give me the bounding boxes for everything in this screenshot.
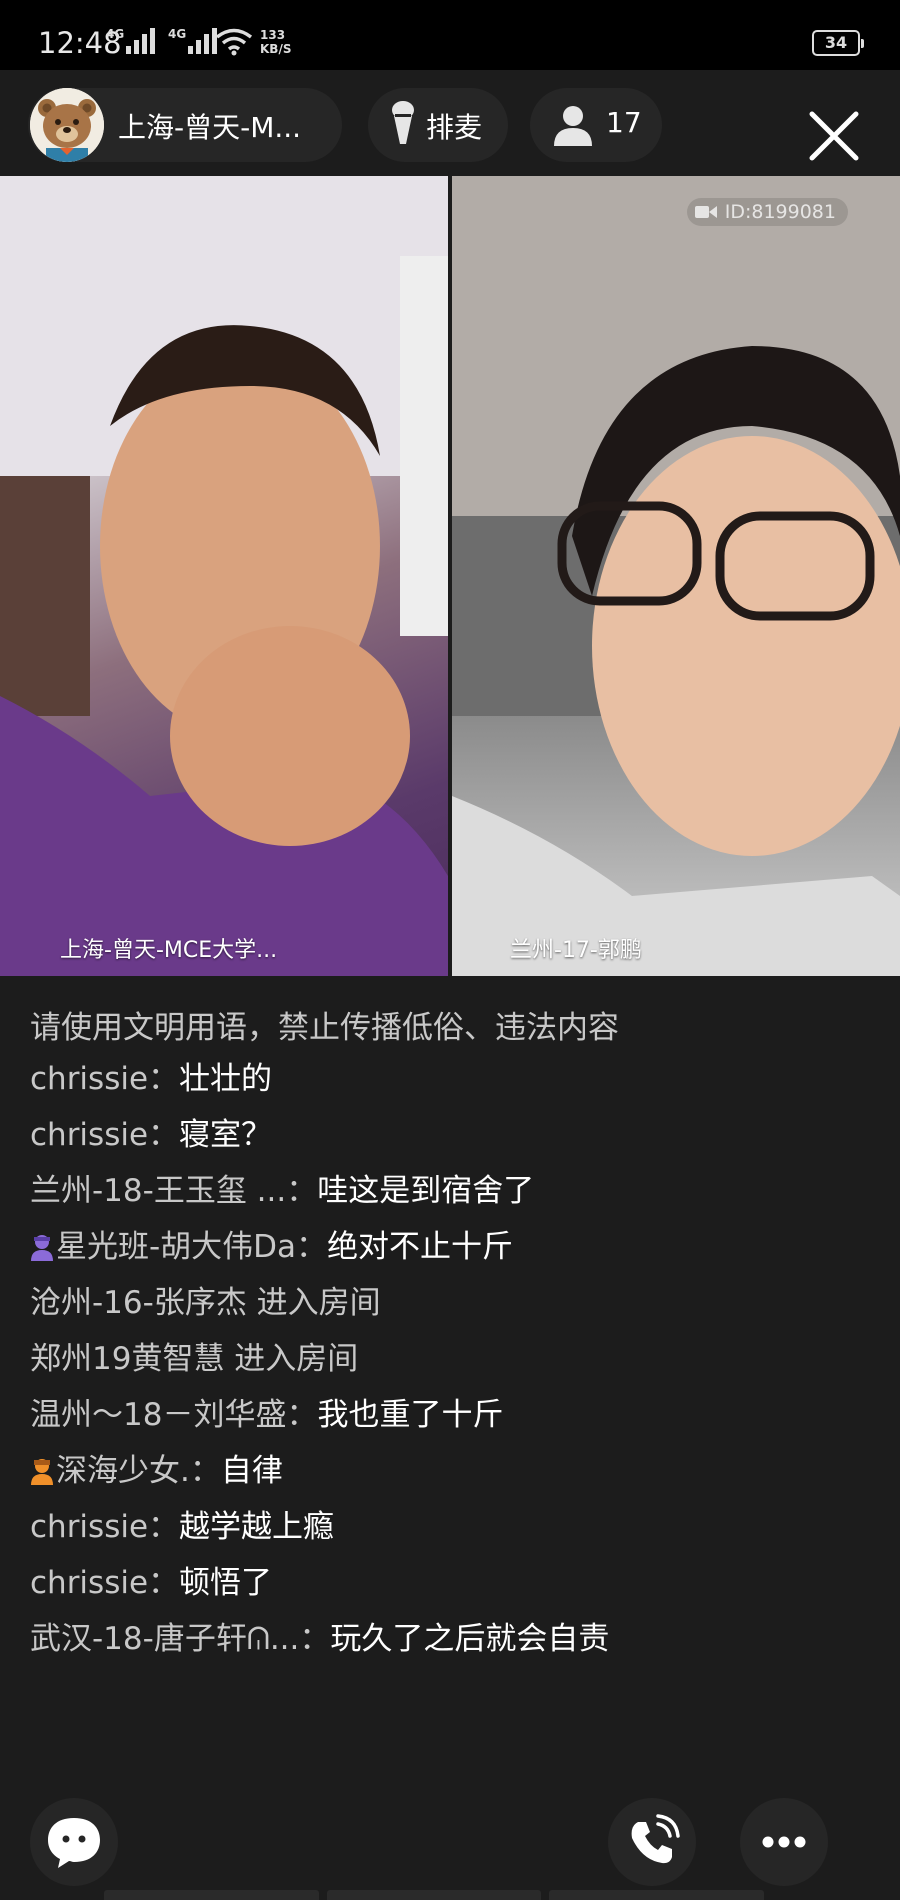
video-frame-left xyxy=(0,176,448,976)
network-type-2: 4G xyxy=(168,27,187,41)
battery-icon: 34 xyxy=(812,30,864,56)
call-button[interactable] xyxy=(608,1798,696,1886)
orange-user-badge-icon xyxy=(31,1459,53,1485)
chat-list[interactable]: 请使用文明用语，禁止传播低俗、违法内容 chrissie：壮壮的 chrissi… xyxy=(30,1008,630,1676)
bottom-tab xyxy=(549,1890,765,1900)
video-right-label: 兰州-17-郭鹏 xyxy=(510,938,642,963)
person-icon xyxy=(554,106,592,146)
chat-username[interactable]: chrissie： xyxy=(30,1509,179,1545)
queue-label: 排麦 xyxy=(426,111,483,144)
host-avatar[interactable] xyxy=(30,88,104,162)
network-type-1: 4G xyxy=(106,27,125,41)
chat-username[interactable]: 深海少女.： xyxy=(56,1453,221,1489)
chat-username[interactable]: 武汉-18-唐子轩ᕬ...： xyxy=(30,1621,330,1657)
chat-message: 兰州-18-王玉玺 ...：哇这是到宿舍了 xyxy=(30,1172,630,1210)
chat-text: 壮壮的 xyxy=(179,1061,273,1097)
video-frame-right xyxy=(452,176,900,976)
chat-text: 我也重了十斤 xyxy=(317,1397,504,1433)
bottom-tab-strip xyxy=(104,1890,765,1900)
bottom-tab xyxy=(104,1890,319,1900)
chat-text: 绝对不止十斤 xyxy=(327,1229,514,1265)
chat-text: 寝室？ xyxy=(179,1117,273,1153)
purple-user-badge-icon xyxy=(31,1235,53,1261)
video-left-label: 上海-曾天-MCE大学... xyxy=(60,938,278,963)
signal-icon: 4G xyxy=(106,28,158,54)
chat-username[interactable]: 星光班-胡大伟Da： xyxy=(56,1229,327,1265)
chat-message: 星光班-胡大伟Da：绝对不止十斤 xyxy=(30,1228,630,1266)
chat-message: chrissie：越学越上瘾 xyxy=(30,1508,630,1546)
chat-text: 哇这是到宿舍了 xyxy=(317,1173,535,1209)
wifi-icon xyxy=(215,28,253,56)
video-left[interactable]: 上海-曾天-MCE大学... xyxy=(0,176,448,976)
chat-text: 玩久了之后就会自责 xyxy=(330,1621,610,1657)
enter-room-notice: 沧州-16-张序杰 进入房间 xyxy=(30,1285,381,1321)
bottom-tab xyxy=(326,1890,542,1900)
video-right[interactable]: ID:8199081 兰州-17-郭鹏 xyxy=(452,176,900,976)
chat-text: 越学越上瘾 xyxy=(179,1509,335,1545)
microphone-icon xyxy=(392,101,414,144)
chat-username[interactable]: 温州～18－刘华盛： xyxy=(30,1397,317,1433)
chat-bubble-icon xyxy=(48,1818,100,1868)
viewers-button[interactable]: 17 xyxy=(530,88,662,162)
host-info-button[interactable]: 上海-曾天-M... xyxy=(28,88,342,162)
enter-room-notice: 郑州19黄智慧 进入房间 xyxy=(30,1341,359,1377)
room-id-badge: ID:8199081 xyxy=(686,198,848,226)
chat-message: 温州～18－刘华盛：我也重了十斤 xyxy=(30,1396,630,1434)
chat-message: chrissie：寝室？ xyxy=(30,1116,630,1154)
chat-message: chrissie：壮壮的 xyxy=(30,1060,630,1098)
status-bar: 12:48 4G 4G 133 KB/S 34 xyxy=(0,0,900,70)
more-button[interactable] xyxy=(740,1798,828,1886)
host-name: 上海-曾天-M... xyxy=(118,111,302,144)
system-notice: 请使用文明用语，禁止传播低俗、违法内容 xyxy=(30,1010,619,1046)
chat-username[interactable]: chrissie： xyxy=(30,1565,179,1601)
phone-call-icon xyxy=(631,1814,680,1864)
video-camera-icon xyxy=(694,206,717,218)
viewer-count: 17 xyxy=(606,106,642,139)
chat-message: chrissie：顿悟了 xyxy=(30,1564,630,1602)
battery-level: 34 xyxy=(824,33,848,52)
queue-button[interactable]: 排麦 xyxy=(368,88,508,162)
chat-button[interactable] xyxy=(30,1798,118,1886)
chat-message: 深海少女.：自律 xyxy=(30,1452,630,1490)
network-speed: 133 KB/S xyxy=(260,28,292,56)
room-id: ID:8199081 xyxy=(724,201,836,223)
chat-username[interactable]: chrissie： xyxy=(30,1061,179,1097)
close-icon[interactable] xyxy=(806,108,862,164)
chat-message: 武汉-18-唐子轩ᕬ...：玩久了之后就会自责 xyxy=(30,1620,630,1658)
chat-text: 自律 xyxy=(220,1453,283,1489)
chat-username[interactable]: chrissie： xyxy=(30,1117,179,1153)
more-icon xyxy=(762,1836,806,1848)
chat-text: 顿悟了 xyxy=(179,1565,273,1601)
room-header: 上海-曾天-M... 排麦 17 xyxy=(0,70,900,176)
signal-icon-2: 4G xyxy=(168,28,220,54)
bear-avatar-icon xyxy=(30,88,104,162)
chat-username[interactable]: 兰州-18-王玉玺 ...： xyxy=(30,1173,317,1209)
